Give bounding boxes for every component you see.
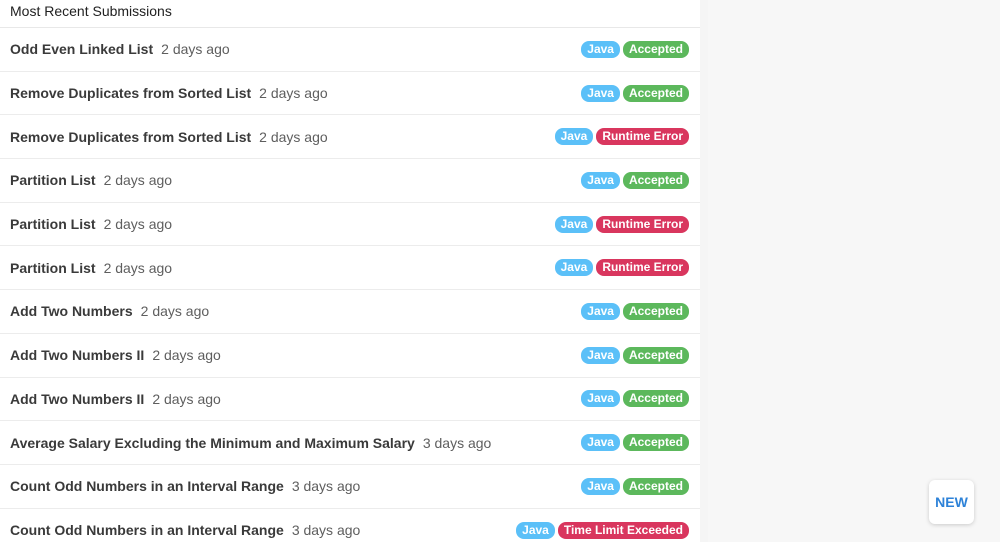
submission-list: Odd Even Linked List 2 days ago Java Accept… (0, 28, 700, 542)
submission-time: 3 days ago (291, 478, 361, 495)
language-badge: Java (581, 40, 620, 58)
submission-badges: Java Accepted (581, 40, 689, 58)
language-badge: Java (516, 521, 555, 539)
submission-title-link[interactable]: Add Two Numbers II (10, 391, 144, 407)
status-badge: Time Limit Exceeded (557, 521, 689, 539)
submission-row[interactable]: Partition List 2 days ago Java Runtime Erro… (0, 246, 700, 291)
submission-badges: Java Accepted (581, 477, 689, 495)
submission-time: 3 days ago (291, 522, 361, 539)
submission-badges: Java Runtime Error (554, 215, 689, 233)
language-badge: Java (581, 477, 620, 495)
submission-badges: Java Accepted (581, 171, 689, 189)
submission-title-link[interactable]: Remove Duplicates from Sorted List (10, 129, 251, 145)
status-badge: Accepted (622, 346, 689, 364)
submission-time: 2 days ago (103, 259, 173, 276)
language-badge: Java (581, 84, 620, 102)
status-badge: Accepted (622, 302, 689, 320)
submission-title-link[interactable]: Partition List (10, 260, 96, 276)
new-button[interactable]: NEW (929, 480, 974, 524)
submission-title-link[interactable]: Count Odd Numbers in an Interval Range (10, 522, 284, 538)
submission-time: 2 days ago (103, 172, 173, 189)
submission-row[interactable]: Count Odd Numbers in an Interval Range 3 … (0, 465, 700, 509)
language-badge: Java (581, 390, 620, 408)
submission-title-link[interactable]: Average Salary Excluding the Minimum and… (10, 435, 415, 451)
submission-row[interactable]: Partition List 2 days ago Java Runtime Erro… (0, 203, 700, 247)
status-badge: Runtime Error (596, 259, 689, 277)
status-badge: Accepted (622, 390, 689, 408)
submission-title-link[interactable]: Partition List (10, 172, 96, 188)
status-badge: Accepted (622, 40, 689, 58)
submission-time: 2 days ago (140, 303, 210, 320)
status-badge: Accepted (622, 434, 689, 452)
submission-time: 2 days ago (152, 347, 221, 364)
submission-badges: Java Accepted (581, 434, 689, 452)
submission-title-link[interactable]: Remove Duplicates from Sorted List (10, 85, 251, 101)
language-badge: Java (554, 259, 594, 277)
submission-row[interactable]: Add Two Numbers II 2 days ago Java Accepted (0, 334, 700, 378)
language-badge: Java (554, 215, 594, 233)
submission-title-link[interactable]: Count Odd Numbers in an Interval Range (10, 478, 284, 494)
submission-time: 2 days ago (259, 85, 328, 102)
recent-submissions-panel: Most Recent Submissions Odd Even Linked … (0, 0, 701, 542)
submission-row[interactable]: Odd Even Linked List 2 days ago Java Accept… (0, 28, 700, 72)
submission-badges: Java Accepted (581, 302, 689, 320)
status-badge: Runtime Error (596, 128, 689, 146)
status-badge: Accepted (622, 84, 689, 102)
status-badge: Accepted (622, 477, 689, 495)
submission-row[interactable]: Partition List 2 days ago Java Accepted (0, 159, 700, 203)
submission-row[interactable]: Count Odd Numbers in an Interval Range 3 … (0, 509, 700, 542)
submission-row[interactable]: Remove Duplicates from Sorted List 2 days… (0, 72, 700, 116)
language-badge: Java (581, 346, 620, 364)
submission-badges: Java Runtime Error (554, 259, 689, 277)
panel-title: Most Recent Submissions (0, 0, 700, 28)
submission-badges: Java Time Limit Exceeded (516, 521, 689, 539)
submission-title-link[interactable]: Odd Even Linked List (10, 41, 153, 57)
submission-badges: Java Accepted (581, 84, 689, 102)
submission-time: 2 days ago (103, 216, 173, 233)
scrollbar-track[interactable] (700, 0, 708, 542)
status-badge: Runtime Error (596, 215, 689, 233)
submission-row[interactable]: Remove Duplicates from Sorted List 2 days… (0, 115, 700, 160)
submission-time: 2 days ago (161, 41, 230, 58)
submission-row[interactable]: Average Salary Excluding the Minimum and… (0, 421, 700, 465)
submission-row[interactable]: Add Two Numbers 2 days ago Java Accepted (0, 290, 700, 334)
submission-badges: Java Accepted (581, 346, 689, 364)
submission-time: 3 days ago (422, 434, 492, 451)
submission-title-link[interactable]: Add Two Numbers II (10, 347, 144, 363)
submission-badges: Java Runtime Error (554, 128, 689, 146)
submission-time: 2 days ago (259, 128, 328, 145)
language-badge: Java (554, 128, 594, 146)
submission-row[interactable]: Add Two Numbers II 2 days ago Java Accepted (0, 378, 700, 422)
submission-title-link[interactable]: Partition List (10, 216, 96, 232)
language-badge: Java (581, 302, 620, 320)
language-badge: Java (581, 434, 620, 452)
submission-time: 2 days ago (152, 390, 221, 407)
status-badge: Accepted (622, 171, 689, 189)
submission-title-link[interactable]: Add Two Numbers (10, 303, 133, 319)
submission-badges: Java Accepted (581, 390, 689, 408)
language-badge: Java (581, 171, 620, 189)
